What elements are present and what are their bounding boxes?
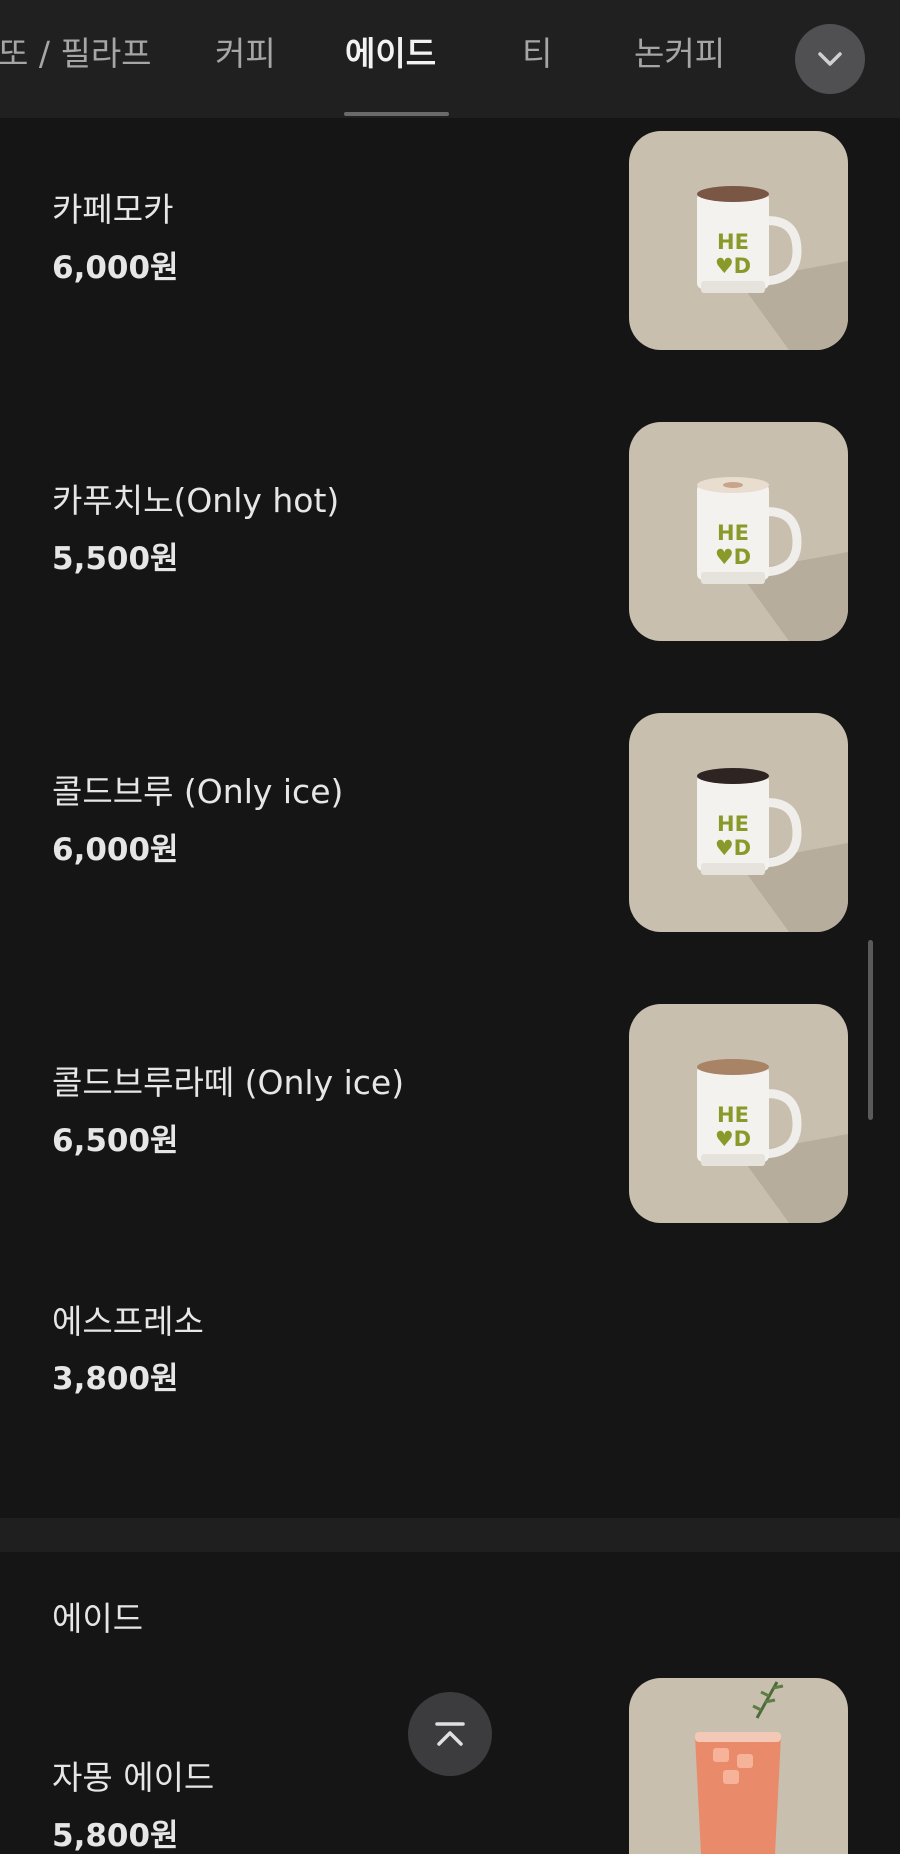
menu-item-price: 5,500원 [52,541,179,577]
menu-item-thumbnail: HE ♥D [629,1004,848,1223]
svg-text:HE: HE [717,230,749,254]
section-title-ade: 에이드 [52,1599,144,1638]
tab-coffee[interactable]: 커피 [215,26,276,86]
menu-item-name: 에스프레소 [52,1302,204,1341]
menu-item-name: 카페모카 [52,190,174,229]
svg-text:HE: HE [717,812,749,836]
menu-item-name: 자몽 에이드 [52,1758,215,1797]
tab-ade[interactable]: 에이드 [345,26,436,86]
active-tab-indicator [344,112,449,116]
menu-item-name: 콜드브루 (Only ice) [52,772,344,811]
menu-item-thumbnail [629,1678,848,1854]
tab-tea[interactable]: 티 [522,26,552,86]
menu-item-thumbnail: HE ♥D [629,713,848,932]
menu-item-name: 콜드브루라떼 (Only ice) [52,1063,405,1102]
svg-text:HE: HE [717,521,749,545]
svg-text:♥D: ♥D [715,1127,751,1151]
menu-item-price: 6,500원 [52,1123,179,1159]
menu-item[interactable]: 콜드브루라떼 (Only ice) 6,500원 HE ♥D [0,1004,900,1224]
svg-text:♥D: ♥D [715,545,751,569]
menu-item-thumbnail: HE ♥D [629,422,848,641]
menu-item-thumbnail: HE ♥D [629,131,848,350]
menu-item[interactable]: 카푸치노(Only hot) 5,500원 HE ♥D [0,422,900,642]
menu-item[interactable]: 에스프레소 3,800원 [0,1295,900,1415]
menu-item-price: 5,800원 [52,1818,179,1854]
svg-text:♥D: ♥D [715,254,751,278]
tab-non-coffee[interactable]: 논커피 [634,26,725,86]
mug-image: HE ♥D [697,768,848,932]
grapefruit-ade-image [695,1681,784,1854]
menu-item-name: 카푸치노(Only hot) [52,481,340,520]
scrollbar[interactable] [868,940,873,1120]
arrow-up-to-top-icon [435,1722,465,1746]
section-divider [0,1518,900,1552]
mug-image: HE ♥D [697,186,848,350]
menu-page: 또 / 필라프 커피 에이드 티 논커피 카페모카 6,000원 HE ♥D 카… [0,0,900,1854]
expand-categories-button[interactable] [795,24,865,94]
menu-item[interactable]: 콜드브루 (Only ice) 6,000원 HE ♥D [0,713,900,933]
mug-image: HE ♥D [697,1059,848,1223]
category-tab-bar: 또 / 필라프 커피 에이드 티 논커피 [0,0,900,118]
menu-item-price: 3,800원 [52,1361,179,1397]
tab-rice-pilaf[interactable]: 또 / 필라프 [0,26,152,86]
menu-item-price: 6,000원 [52,250,179,286]
svg-text:HE: HE [717,1103,749,1127]
menu-item[interactable]: 카페모카 6,000원 HE ♥D [0,131,900,351]
scroll-to-top-button[interactable] [408,1692,492,1776]
menu-item-price: 6,000원 [52,832,179,868]
chevron-down-icon [818,52,842,66]
svg-text:♥D: ♥D [715,836,751,860]
mug-image: HE ♥D [697,477,848,641]
